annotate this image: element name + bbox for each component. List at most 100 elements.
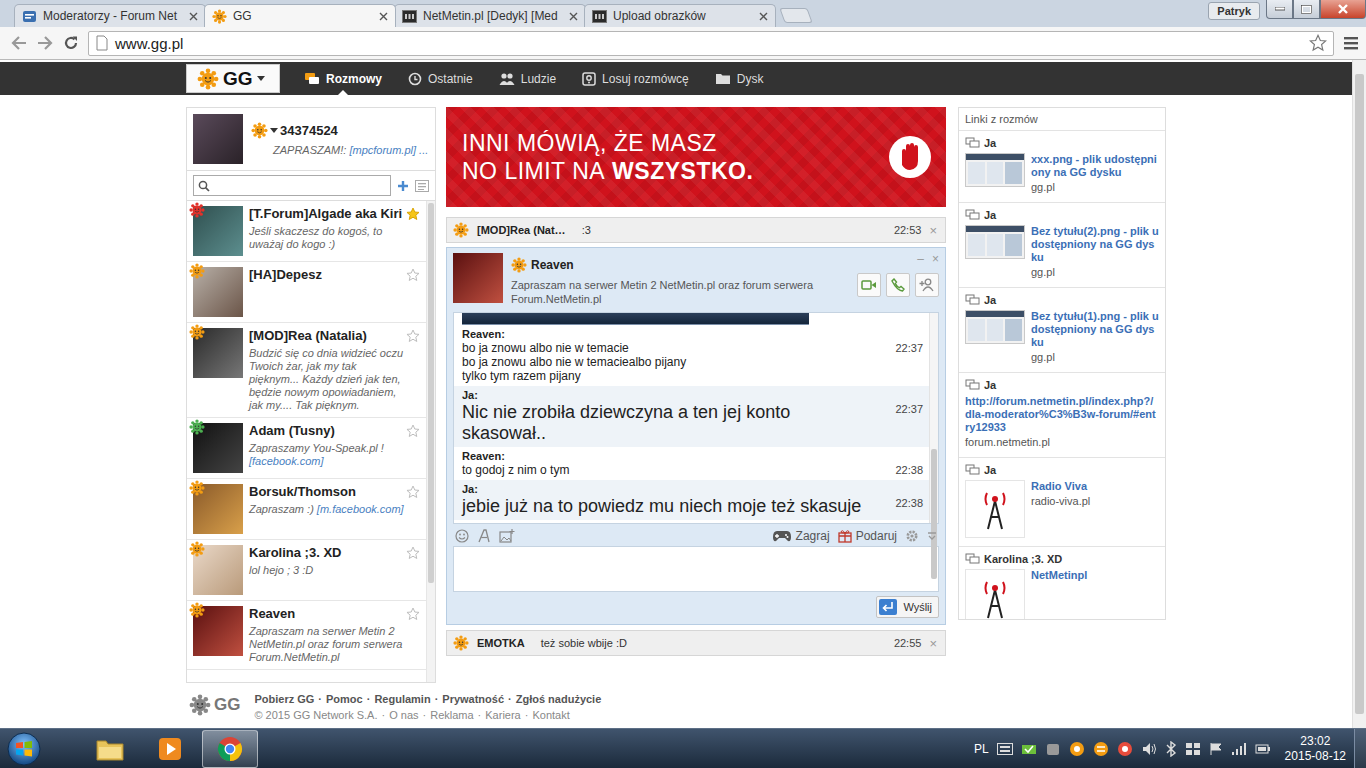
network-signal-icon[interactable] <box>1231 742 1247 756</box>
footer-link[interactable]: Regulamin <box>374 691 430 707</box>
favorite-star-icon[interactable] <box>406 607 420 621</box>
footer-link[interactable]: Zgłoś nadużycie <box>516 691 602 707</box>
advert-banner[interactable]: INNI MÓWIĄ, ŻE MASZNO LIMIT NAWSZYSTKO. <box>446 107 946 207</box>
status-text[interactable]: ZAPRASZAM!: <box>273 144 346 156</box>
browser-tab[interactable]: Moderatorzy - Forum Net <box>14 4 206 27</box>
link-item[interactable]: JaRadio Vivaradio-viva.pl <box>959 458 1165 547</box>
menu-icon[interactable] <box>1342 35 1360 51</box>
video-call-button[interactable] <box>857 273 881 297</box>
play-game-button[interactable]: Zagraj <box>772 529 830 543</box>
send-label[interactable]: Wyślij <box>903 601 932 613</box>
tab-title[interactable]: NetMetin.pl [Dedyk] [Med <box>423 9 563 23</box>
footer-link[interactable]: Reklama <box>430 707 473 723</box>
clock-time[interactable]: 23:02 <box>1300 734 1330 749</box>
contact-name[interactable]: [HA]Depesz <box>249 267 404 283</box>
contact-avatar[interactable] <box>193 328 243 378</box>
link-title[interactable]: NetMetinpl <box>1031 569 1159 582</box>
link-thumbnail[interactable] <box>965 569 1025 620</box>
status-link[interactable]: [mpcforum.pl] ... <box>349 144 428 156</box>
profile-button[interactable]: Patryk <box>1208 2 1260 20</box>
app-tray-icon[interactable] <box>1069 741 1085 757</box>
gift-button[interactable]: Podaruj <box>838 529 897 543</box>
close-chat-button[interactable]: × <box>929 223 937 238</box>
link-title[interactable]: Bez tytułu(1).png - plik udostępniony na… <box>1031 310 1159 349</box>
close-button[interactable] <box>1320 0 1366 19</box>
contact-item[interactable]: [T.Forum]Algade aka KiriJeśli skaczesz d… <box>187 201 426 262</box>
close-icon[interactable] <box>569 12 578 21</box>
link-title[interactable]: Bez tytułu(2).png - plik udostępniony na… <box>1031 225 1159 264</box>
new-tab-button[interactable] <box>779 8 812 23</box>
nav-item[interactable]: Ostatnie <box>406 62 475 95</box>
search-input[interactable] <box>214 177 386 195</box>
contact-name[interactable]: Adam (Tusny) <box>249 423 404 439</box>
clock[interactable]: 23:022015-08-12 <box>1285 734 1346 764</box>
start-button[interactable] <box>4 730 44 768</box>
address-bar[interactable]: www.gg.pl <box>88 31 1334 56</box>
font-style-icon[interactable] <box>477 529 491 543</box>
nav-item[interactable]: Rozmowy <box>302 62 384 95</box>
status-icon[interactable] <box>251 122 268 139</box>
close-icon[interactable] <box>189 12 198 21</box>
messenger-tray-icon[interactable] <box>1093 741 1109 757</box>
fingerprint-icon[interactable] <box>1117 741 1133 757</box>
link-thumbnail[interactable] <box>965 480 1025 538</box>
scrollbar-thumb[interactable] <box>1355 74 1364 714</box>
favorite-star-icon[interactable] <box>406 329 420 343</box>
emoticon-icon[interactable] <box>455 529 469 543</box>
contact-scrollbar[interactable] <box>426 201 435 682</box>
voice-call-button[interactable] <box>886 273 910 297</box>
tab-title[interactable]: Moderatorzy - Forum Net <box>43 9 183 23</box>
language-indicator[interactable]: PL <box>974 742 989 756</box>
favorite-star-icon[interactable] <box>406 546 420 560</box>
status-link[interactable]: [m.facebook.com] <box>317 503 404 515</box>
contact-name[interactable]: Borsuk/Thomson <box>249 484 404 500</box>
minimized-chat[interactable]: [MOD]Rea (Nat…:322:53× <box>446 217 946 243</box>
chat-name[interactable]: EMOTKA <box>477 637 525 649</box>
contact-avatar[interactable] <box>193 484 243 534</box>
nav-item[interactable]: Dysk <box>713 62 766 95</box>
chat-name[interactable]: [MOD]Rea (Nat… <box>477 224 566 236</box>
game-label[interactable]: Zagraj <box>796 529 830 543</box>
taskbar-app[interactable] <box>142 730 198 768</box>
footer-link[interactable]: Pobierz GG <box>254 691 314 707</box>
footer-link[interactable]: O nas <box>389 707 418 723</box>
bluetooth-icon[interactable] <box>1165 741 1177 757</box>
add-person-button[interactable] <box>915 273 939 297</box>
link-item[interactable]: JaBez tytułu(1).png - plik udostępniony … <box>959 288 1165 373</box>
minimize-button[interactable] <box>1266 0 1293 19</box>
contact-avatar[interactable] <box>193 545 243 595</box>
status-link[interactable]: [facebook.com] <box>249 455 324 467</box>
favorite-star-icon[interactable] <box>406 207 420 221</box>
tab-title[interactable]: GG <box>233 9 373 23</box>
address-text[interactable]: www.gg.pl <box>115 35 1303 52</box>
footer-link[interactable]: Prywatność <box>442 691 504 707</box>
browser-tab[interactable]: NetMetin.pl [Dedyk] [Med <box>394 4 586 27</box>
add-contact-icon[interactable] <box>397 180 409 192</box>
link-item[interactable]: Jahttp://forum.netmetin.pl/index.php?/dl… <box>959 373 1165 458</box>
taskbar-app[interactable] <box>202 730 258 768</box>
close-icon[interactable] <box>759 12 768 21</box>
favorite-star-icon[interactable] <box>406 424 420 438</box>
link-title[interactable]: http://forum.netmetin.pl/index.php?/dla-… <box>965 395 1159 434</box>
contact-item[interactable]: Borsuk/ThomsonZapraszam :) [m.facebook.c… <box>187 479 426 540</box>
link-title[interactable]: Radio Viva <box>1031 480 1159 493</box>
contact-avatar[interactable] <box>453 253 503 303</box>
footer-link[interactable]: Kariera <box>485 707 520 723</box>
message-input[interactable] <box>453 546 939 592</box>
nav-label[interactable]: Dysk <box>737 72 764 86</box>
contact-item[interactable]: ReavenZapraszam na serwer Metin 2 NetMet… <box>187 601 426 670</box>
nav-item[interactable]: Ludzie <box>497 62 558 95</box>
contact-name[interactable]: Karolina ;3. XD <box>249 545 404 561</box>
message-scrollbar[interactable] <box>929 313 938 523</box>
tab-title[interactable]: Upload obrazków <box>613 9 753 23</box>
contact-avatar[interactable] <box>193 267 243 317</box>
link-item[interactable]: Jaxxx.png - plik udostępniony na GG dysk… <box>959 131 1165 203</box>
nav-label[interactable]: Ludzie <box>521 72 556 86</box>
link-thumbnail[interactable] <box>965 225 1025 259</box>
contact-item[interactable]: Karolina ;3. XDlol hejo ; 3 :D <box>187 540 426 601</box>
settings-gear-icon[interactable] <box>905 529 919 543</box>
contact-item[interactable]: Adam (Tusny)Zapraszamy You-Speak.pl ! [f… <box>187 418 426 479</box>
chat-contact-name[interactable]: Reaven <box>531 258 574 272</box>
maximize-button[interactable] <box>1293 0 1320 19</box>
favorite-star-icon[interactable] <box>406 268 420 282</box>
